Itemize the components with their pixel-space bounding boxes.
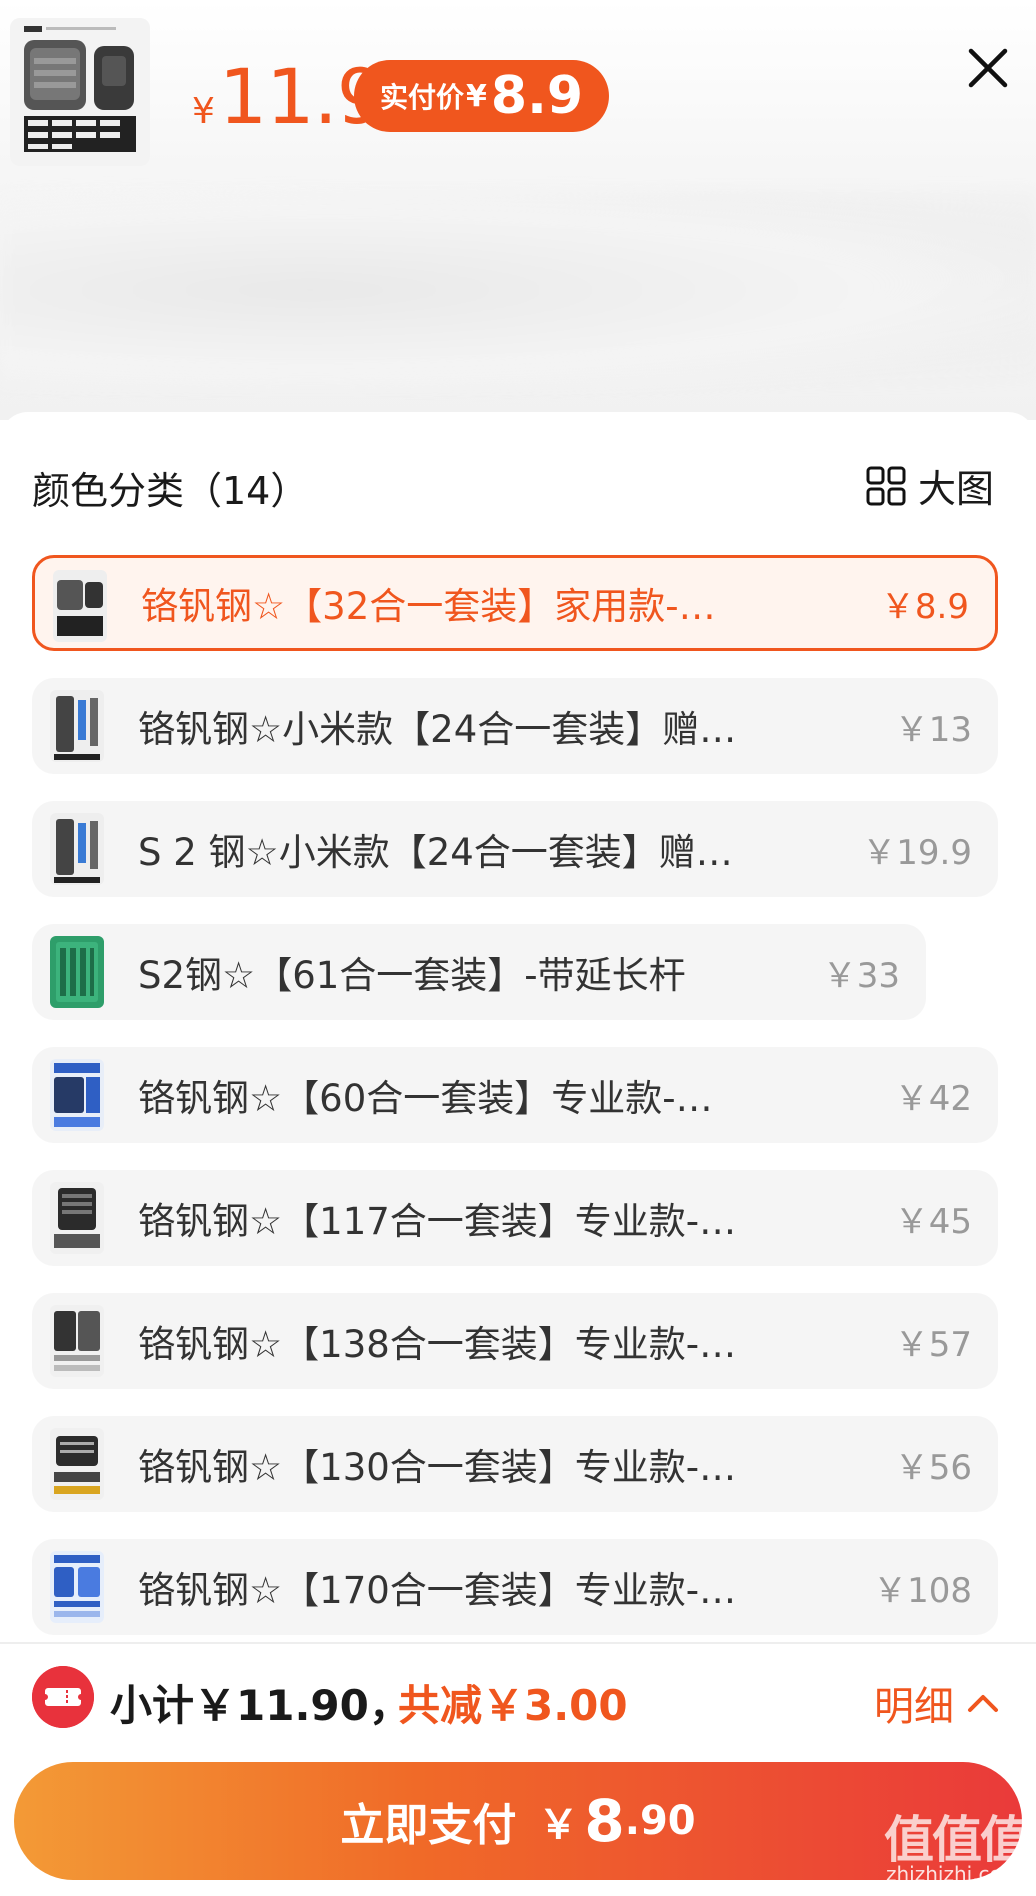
detail-label: 明细 [874,1684,954,1730]
sku-thumbnail [50,936,104,1008]
sku-option[interactable]: 铬钒钢☆小米款【24合一套装】赠… ￥13 [32,678,998,774]
sku-name: S 2 钢☆小米款【24合一套装】赠… [138,831,733,874]
sku-name: 铬钒钢☆【138合一套装】专业款-… [138,1323,737,1366]
watermark-url: zhizhizhi.com [886,1862,1022,1886]
sku-thumbnail [50,1428,104,1500]
big-image-label: 大图 [918,467,995,511]
actual-price-badge: 实付价 ¥ 8.9 [354,60,610,132]
sku-price: ￥45 [894,1201,972,1242]
sku-thumbnail [50,1059,104,1131]
sku-price: ￥108 [873,1570,972,1611]
pay-amount-integer: 8 [584,1787,625,1855]
sku-name: 铬钒钢☆小米款【24合一套装】赠… [138,708,737,751]
product-thumbnail[interactable] [10,18,150,166]
sku-thumbnail [53,570,107,642]
pay-currency: ￥ [538,1802,579,1848]
sku-thumbnail [50,1182,104,1254]
pay-now-button[interactable]: 立即支付 ￥ 8 .90 [14,1762,1022,1880]
close-icon [968,48,1008,88]
sku-option[interactable]: 铬钒钢☆【32合一套装】家用款-… ￥8.9 [32,555,998,651]
actual-price-label: 实付价 [380,81,465,114]
sku-option[interactable]: 铬钒钢☆【138合一套装】专业款-… ￥57 [32,1293,998,1389]
grid-icon [866,466,906,505]
sku-thumbnail [50,690,104,762]
sku-option[interactable]: S 2 钢☆小米款【24合一套装】赠… ￥19.9 [32,801,998,897]
sku-name: 铬钒钢☆【170合一套装】专业款-… [138,1569,737,1612]
sku-price: ￥57 [894,1324,972,1365]
sku-name: S2钢☆【61合一套装】-带延长杆 [138,954,686,997]
sku-price: ￥33 [822,955,900,996]
pay-amount-decimal: .90 [624,1798,696,1844]
blurred-banner [0,190,1036,390]
sku-option[interactable]: 铬钒钢☆【170合一套装】专业款-… ￥108 [32,1539,998,1635]
sku-option[interactable]: S2钢☆【61合一套装】-带延长杆 ￥33 [32,924,926,1020]
chevron-up-icon [968,1695,998,1712]
sku-name: 铬钒钢☆【117合一套装】专业款-… [138,1200,737,1243]
coupon-icon [32,1666,94,1728]
sku-price: ￥56 [894,1447,972,1488]
sku-price: ￥8.9 [880,586,969,627]
pay-label: 立即支付 [340,1800,517,1851]
sku-price: ￥19.9 [862,832,972,873]
sku-name: 铬钒钢☆【60合一套装】专业款-… [138,1077,713,1120]
sku-option[interactable]: 铬钒钢☆【60合一套装】专业款-… ￥42 [32,1047,998,1143]
sku-thumbnail [50,1551,104,1623]
price-currency: ¥ [192,91,215,132]
detail-toggle[interactable]: 明细 [874,1674,1000,1732]
section-title: 颜色分类（14） [32,469,309,513]
big-image-toggle[interactable]: 大图 [866,458,994,513]
sku-name: 铬钒钢☆【32合一套装】家用款-… [141,585,716,628]
sku-thumbnail [50,1305,104,1377]
sku-name: 铬钒钢☆【130合一套装】专业款-… [138,1446,737,1489]
sku-option[interactable]: 铬钒钢☆【117合一套装】专业款-… ￥45 [32,1170,998,1266]
actual-price-currency: ¥ [466,78,487,114]
subtotal-text: 小计￥11.90， [110,1681,411,1730]
discount-text: 共减￥3.00 [398,1681,628,1730]
sku-price: ￥42 [894,1078,972,1119]
sku-thumbnail [50,813,104,885]
close-button[interactable] [966,46,1010,90]
actual-price-value: 8.9 [490,66,584,126]
sku-option[interactable]: 铬钒钢☆【130合一套装】专业款-… ￥56 [32,1416,998,1512]
sku-price: ￥13 [894,709,972,750]
